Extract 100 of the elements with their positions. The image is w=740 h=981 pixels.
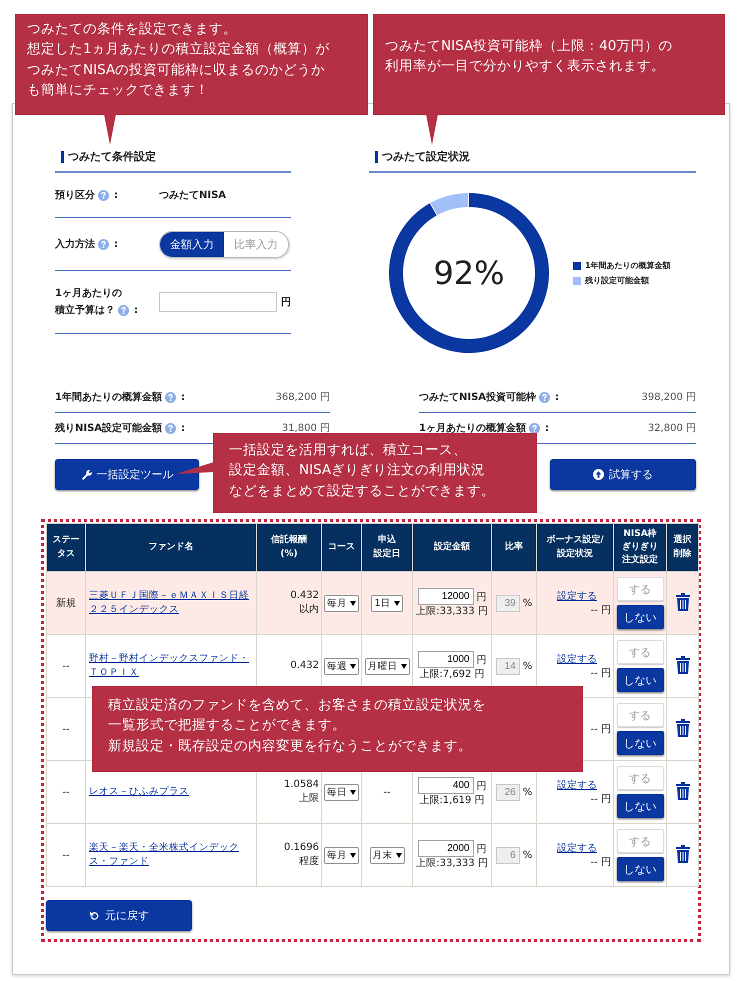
reset-button[interactable]: 元に戻す xyxy=(46,900,192,931)
bonus-amount: -- 円 xyxy=(590,667,611,680)
legend-swatch xyxy=(573,276,581,284)
unit-text: % xyxy=(522,786,532,798)
callout-text: つみたてNISAの投資可能枠に収まるのかどうか xyxy=(27,60,326,80)
column-header: 選択 xyxy=(672,534,692,548)
nisa-order-button[interactable]: しない xyxy=(616,605,664,629)
bonus-link[interactable]: 設定する xyxy=(557,652,597,666)
fee-note: 以内 xyxy=(298,603,319,617)
fee-note: 程度 xyxy=(298,855,319,869)
course-select[interactable]: 毎月 xyxy=(324,846,359,864)
legend-label: 残り設定可能金額 xyxy=(585,275,649,286)
column-header: (%) xyxy=(279,548,299,560)
section-title: つみたて設定状況 xyxy=(382,149,470,164)
trash-icon[interactable] xyxy=(676,782,690,800)
summary-value: 368,200 円 xyxy=(275,391,330,404)
colon-text: : xyxy=(180,392,185,402)
account-value: つみたてNISA xyxy=(159,189,226,202)
bulk-tool-button[interactable]: 一括設定ツール xyxy=(55,459,199,490)
column-header: 比率 xyxy=(504,540,524,554)
caret-icon xyxy=(396,852,402,858)
section-title: つみたて条件設定 xyxy=(68,149,156,164)
ratio-field: 39 xyxy=(496,594,520,612)
column-header: 設定状況 xyxy=(556,548,594,560)
field-label: 積立予算は？ xyxy=(55,303,115,318)
status-text: -- xyxy=(62,786,70,798)
column-header: 設定日 xyxy=(372,548,402,560)
simulate-button[interactable]: 試算する xyxy=(550,459,696,490)
callout-text: 想定した1ヵ月あたりの積立設定金額（概算）が xyxy=(27,40,330,60)
ratio-field: 6 xyxy=(496,846,520,864)
summary-value: 31,800 円 xyxy=(282,422,330,435)
heading-bar xyxy=(61,150,64,162)
fee-text: 0.1696 xyxy=(283,841,319,855)
percent-label: 92% xyxy=(432,253,506,293)
unit-text: % xyxy=(522,598,532,608)
field-label: 入力方法 xyxy=(55,237,95,251)
callout-text: 一覧形式で把握することができます。 xyxy=(108,716,346,736)
wrench-icon xyxy=(80,469,92,480)
bonus-amount: -- 円 xyxy=(590,793,611,806)
unit-text: % xyxy=(522,660,532,672)
column-header: 設定金額 xyxy=(433,540,471,554)
column-header: ぎりぎり xyxy=(621,540,659,554)
caret-icon xyxy=(394,600,400,606)
limit-text: 上限:7,692 円 xyxy=(418,669,486,681)
up-arrow-circle-icon xyxy=(593,469,604,480)
undo-icon xyxy=(89,910,100,921)
amount-field[interactable]: 400 xyxy=(418,777,474,794)
unit-text: 円 xyxy=(281,296,291,309)
nisa-order-button[interactable]: しない xyxy=(616,794,664,818)
column-header: 注文設定 xyxy=(621,554,659,568)
colon-text: : xyxy=(114,238,118,250)
trash-icon[interactable] xyxy=(676,656,690,674)
trash-icon[interactable] xyxy=(676,592,690,610)
status-text: -- xyxy=(62,660,70,672)
course-select[interactable]: 毎週 xyxy=(324,658,359,674)
trash-icon[interactable] xyxy=(676,844,690,862)
column-header: 信託報酬 xyxy=(270,534,308,548)
course-select[interactable]: 毎日 xyxy=(324,784,359,800)
date-select[interactable]: 月末 xyxy=(370,846,404,864)
bonus-amount: -- 円 xyxy=(590,604,611,617)
summary-value: 32,800 円 xyxy=(648,422,696,435)
unit-text: % xyxy=(522,850,532,860)
bonus-link[interactable]: 設定する xyxy=(557,841,597,855)
column-header: 申込 xyxy=(377,534,397,548)
callout-text: 一括設定を活用すれば、積立コース、 xyxy=(229,441,467,460)
trash-icon[interactable] xyxy=(676,718,690,736)
segment-button[interactable]: 金額入力 xyxy=(160,232,224,256)
amount-field[interactable]: 12000 xyxy=(418,588,474,605)
nisa-order-button[interactable]: しない xyxy=(616,731,664,755)
field-label: 1ヶ月あたりの xyxy=(55,287,123,301)
budget-field[interactable] xyxy=(159,292,277,312)
callout-text: 新規設定・既存設定の内容変更を行なうことができます。 xyxy=(108,736,472,756)
callout-text: も簡単にチェックできます！ xyxy=(27,80,209,100)
course-select[interactable]: 毎月 xyxy=(324,594,359,612)
caret-icon xyxy=(350,790,356,794)
fee-text: 1.0584 xyxy=(283,778,319,792)
fee-text: 0.432 xyxy=(289,589,319,603)
summary-label: 残りNISA設定可能金額 xyxy=(55,421,162,435)
field-label: 預り区分 xyxy=(55,188,95,202)
ratio-field: 14 xyxy=(496,658,520,674)
colon-text: : xyxy=(544,422,549,434)
colon-text: : xyxy=(555,392,560,402)
date-select[interactable]: 1日 xyxy=(371,594,403,612)
unit-text: 円 xyxy=(476,780,486,792)
column-header: タス xyxy=(56,548,76,560)
bonus-link[interactable]: 設定する xyxy=(557,778,597,792)
callout-text: つみたての条件を設定できます。 xyxy=(27,20,237,39)
column-header: 削除 xyxy=(672,548,692,560)
unit-text: 円 xyxy=(476,842,486,856)
caret-icon xyxy=(350,664,356,668)
date-select[interactable]: 月曜日 xyxy=(364,658,410,674)
nisa-order-button[interactable]: しない xyxy=(616,857,664,881)
amount-field[interactable]: 1000 xyxy=(418,651,474,668)
bonus-link[interactable]: 設定する xyxy=(557,589,597,603)
help-icon[interactable] xyxy=(528,422,540,434)
callout-text: などをまとめて設定することができます。 xyxy=(229,482,495,500)
column-header: コース xyxy=(327,540,356,554)
column-header: ボーナス設定/ xyxy=(545,534,605,548)
nisa-order-button[interactable]: しない xyxy=(616,668,664,692)
amount-field[interactable]: 2000 xyxy=(418,840,474,857)
